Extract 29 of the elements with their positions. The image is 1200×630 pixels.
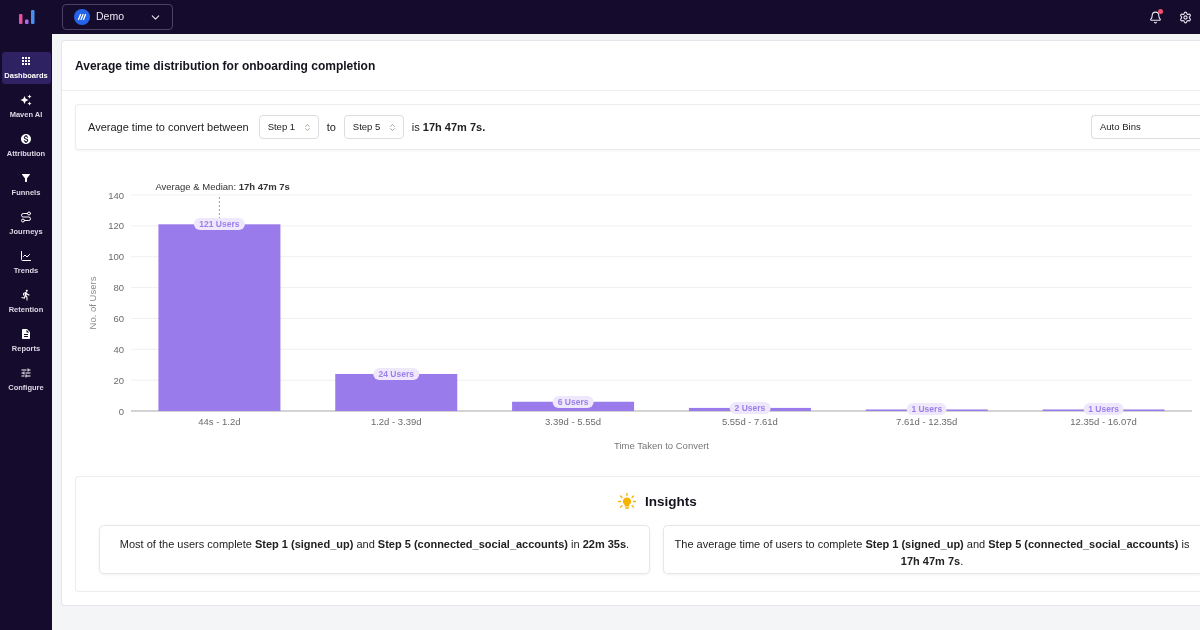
bell-icon [1148, 10, 1162, 24]
workspace-logo-icon [74, 9, 90, 25]
funnel-icon [20, 171, 32, 184]
sparkles-icon [20, 93, 32, 106]
dollar-coin-icon [20, 132, 32, 145]
line-chart-icon [20, 249, 32, 262]
workspace-select[interactable]: Demo [62, 4, 173, 30]
grid-icon [20, 54, 32, 67]
insight-text: Most of the users complete Step 1 (signed_up) and Step 5 (connected_social_accounts) in 22m 35s. [119, 538, 630, 551]
document-icon [20, 327, 32, 340]
sliders-icon [20, 366, 32, 379]
bins-select[interactable]: Auto Bins [1091, 115, 1200, 139]
settings-icon [1178, 10, 1192, 24]
summary-text: Average time to convert between [88, 119, 249, 135]
connector-text: to [326, 119, 336, 135]
from-step-select[interactable]: Step 1 [258, 115, 319, 139]
settings-button[interactable] [1178, 9, 1192, 25]
logo-icon[interactable] [18, 10, 35, 24]
lightbulb-icon [618, 493, 637, 512]
insights-title: Insights [645, 493, 697, 511]
notifications-button[interactable] [1148, 9, 1162, 25]
report-title: Average time distribution for onboarding completion [75, 57, 376, 75]
result-text: is 17h 47m 7s. [411, 119, 486, 135]
to-step-select[interactable]: Step 5 [343, 115, 404, 139]
route-icon [20, 210, 32, 223]
insight-text: The average time of users to complete Step 1 (signed_up) and Step 5 (connected_social_accounts) is 17h 47m 7s. [674, 538, 1190, 568]
running-person-icon [20, 288, 32, 301]
chevrons-up-down-icon [302, 122, 312, 132]
chevrons-up-down-icon [387, 122, 397, 132]
